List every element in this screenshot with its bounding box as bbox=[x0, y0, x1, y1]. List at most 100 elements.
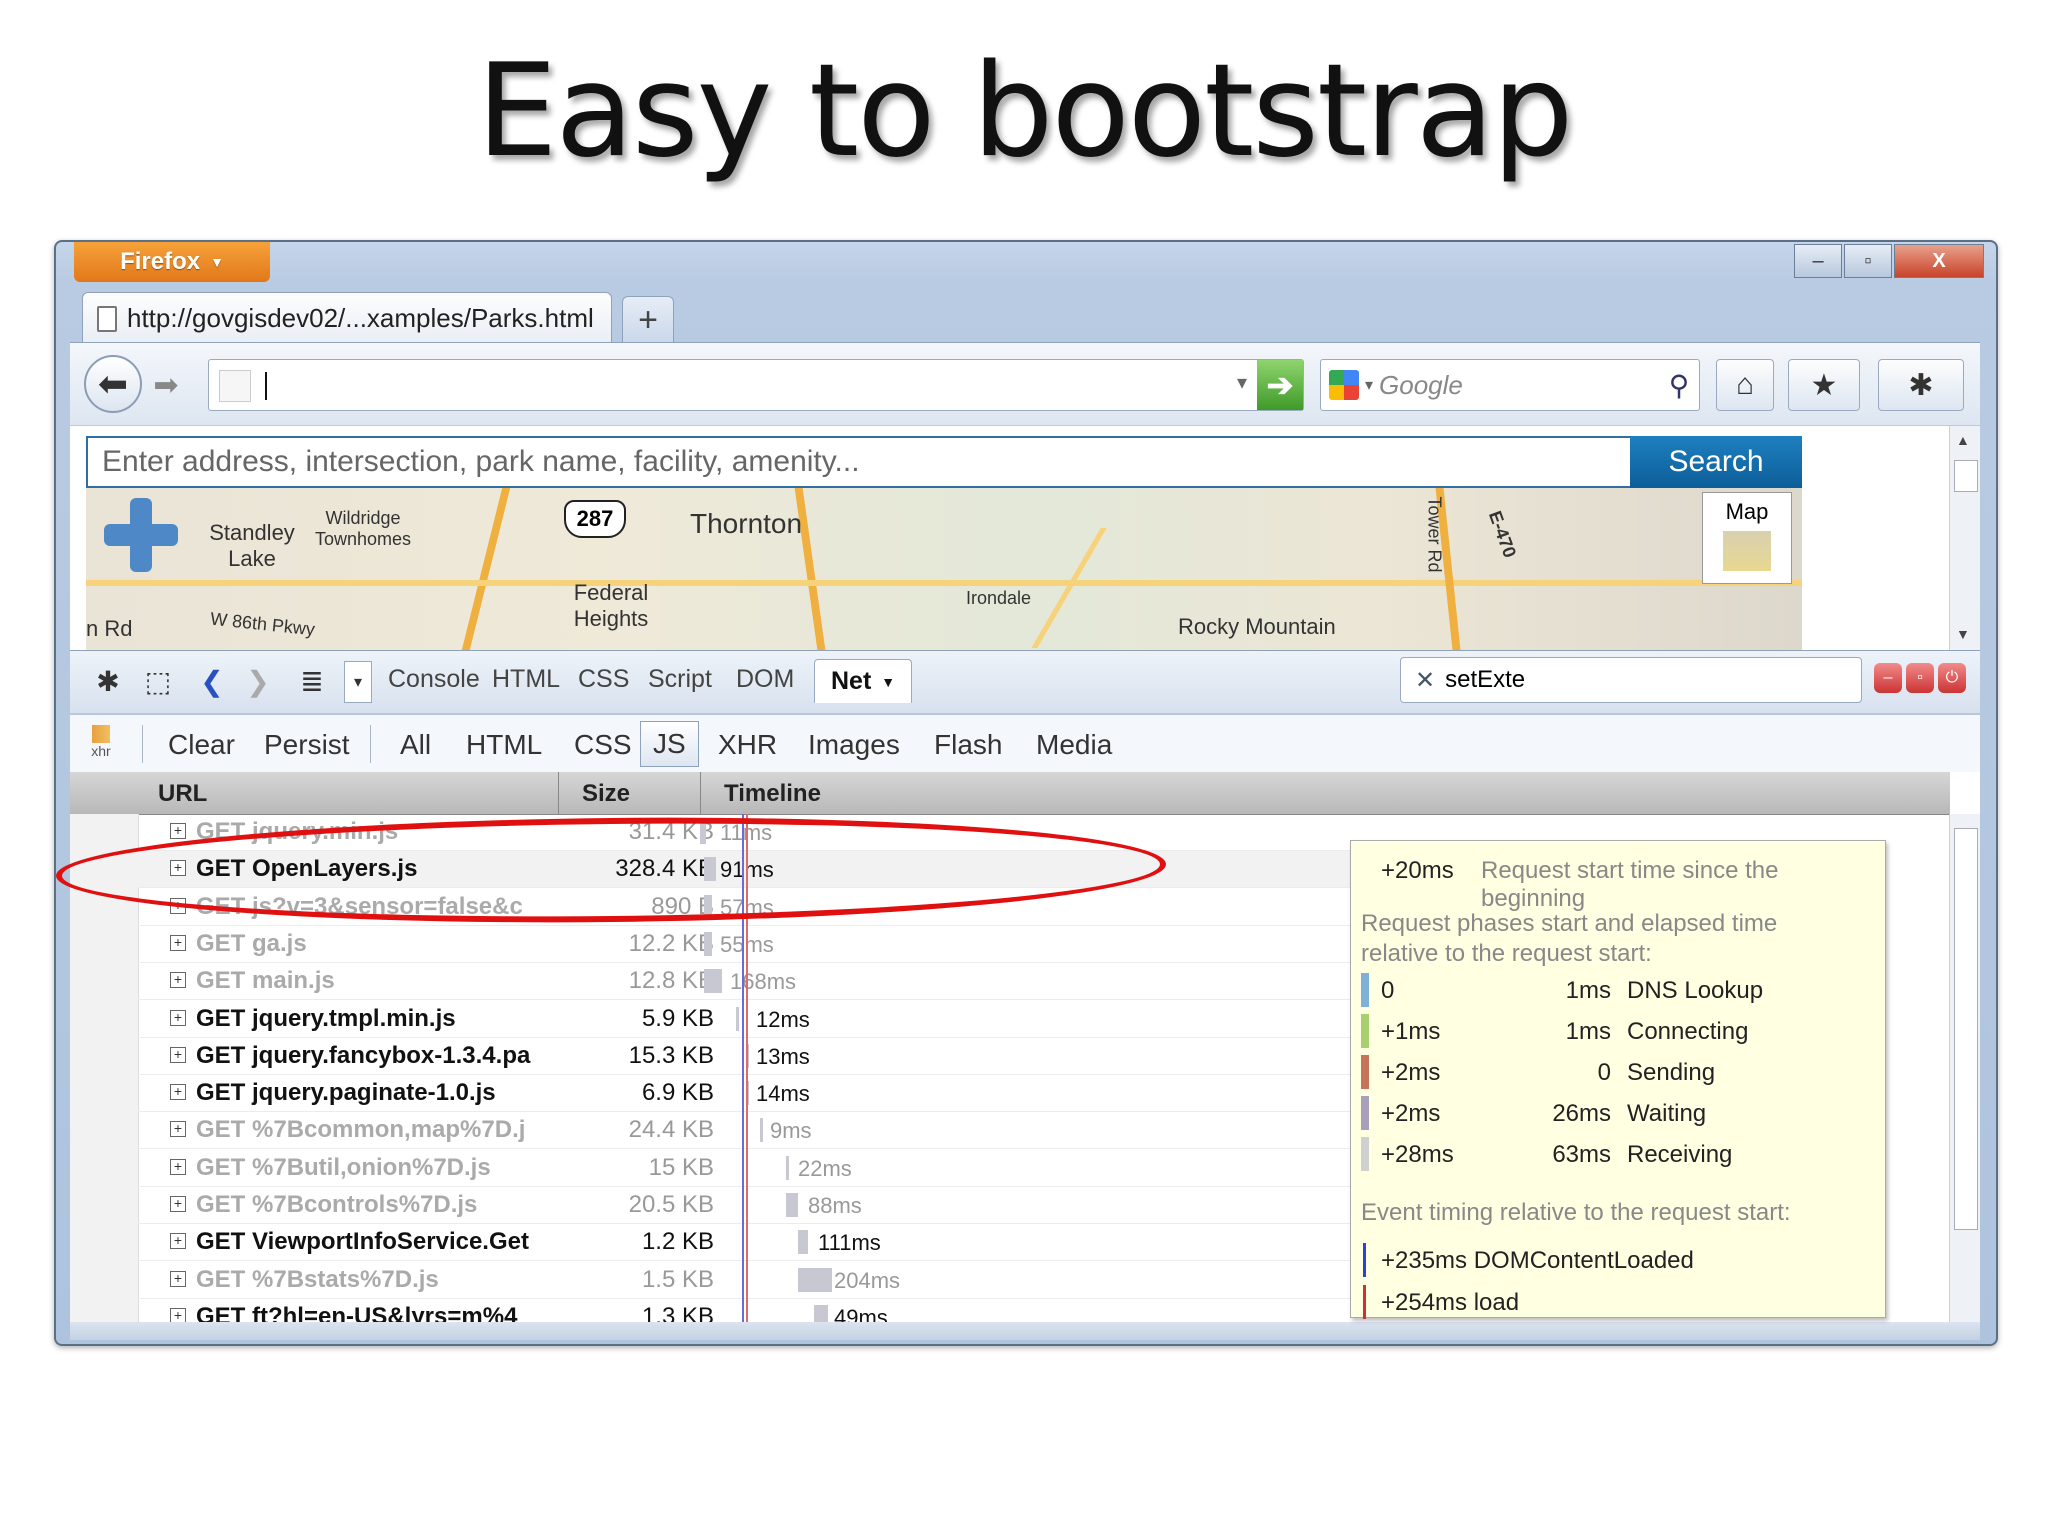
firefox-menu-button[interactable]: Firefox ▼ bbox=[74, 242, 270, 282]
back-button[interactable]: ⬅ bbox=[84, 355, 142, 413]
table-row[interactable]: + GET jquery.fancybox-1.3.4.pa 15.3 KB 13ms bbox=[138, 1038, 1438, 1075]
firebug-search-value: setExte bbox=[1445, 666, 1526, 693]
horizontal-scrollbar[interactable] bbox=[70, 1322, 1980, 1340]
scroll-down-icon[interactable]: ▼ bbox=[1956, 626, 1970, 642]
minimize-button[interactable]: – bbox=[1794, 244, 1842, 278]
new-tab-button[interactable]: + bbox=[622, 296, 674, 344]
tooltip-phases-heading: Request phases start and elapsed time re… bbox=[1361, 910, 1778, 967]
request-size: 15 KB bbox=[648, 1153, 714, 1181]
firebug-search-field[interactable]: ✕ setExte bbox=[1400, 657, 1862, 703]
filter-js[interactable]: JS bbox=[640, 721, 699, 767]
firebug-close-icon[interactable]: ⏻ bbox=[1938, 663, 1966, 693]
table-row[interactable]: + GET %7Bcommon,map%7D.j 24.4 KB 9ms bbox=[138, 1112, 1438, 1150]
home-button[interactable]: ⌂ bbox=[1716, 359, 1774, 411]
phase-color-swatch bbox=[1361, 1096, 1369, 1130]
tab-script[interactable]: Script bbox=[648, 665, 712, 694]
column-timeline[interactable]: Timeline bbox=[724, 780, 821, 808]
filter-xhr[interactable]: XHR bbox=[718, 729, 777, 761]
map[interactable]: n Rd Standley Lake Wildridge Townhomes W… bbox=[86, 488, 1802, 650]
highway-shield: 287 bbox=[564, 500, 626, 538]
go-button[interactable]: ➔ bbox=[1257, 360, 1303, 410]
filter-images[interactable]: Images bbox=[808, 729, 900, 761]
column-url[interactable]: URL bbox=[158, 780, 207, 808]
clear-search-icon[interactable]: ✕ bbox=[1415, 666, 1435, 695]
expand-row-icon[interactable]: + bbox=[170, 1270, 186, 1287]
request-time: 9ms bbox=[770, 1118, 812, 1144]
filter-media[interactable]: Media bbox=[1036, 729, 1112, 761]
table-row[interactable]: + GET jquery.tmpl.min.js 5.9 KB 12ms bbox=[138, 1001, 1438, 1038]
address-search-input[interactable]: Enter address, intersection, park name, … bbox=[86, 436, 1632, 488]
expand-row-icon[interactable]: + bbox=[170, 1307, 186, 1322]
url-bar[interactable]: ▾ ➔ bbox=[208, 359, 1304, 411]
expand-row-icon[interactable]: + bbox=[170, 1158, 186, 1175]
table-row[interactable]: + GET ft?hl=en-US&lyrs=m%4 1.3 KB 49ms bbox=[138, 1299, 1438, 1322]
expand-row-icon[interactable]: + bbox=[170, 823, 186, 839]
site-identity-icon[interactable] bbox=[219, 370, 251, 402]
filter-all[interactable]: All bbox=[400, 729, 431, 761]
divider bbox=[142, 725, 143, 763]
scrollbar-thumb[interactable] bbox=[1954, 460, 1978, 492]
dropdown-icon[interactable]: ▾ bbox=[344, 661, 372, 703]
persist-button[interactable]: Persist bbox=[264, 729, 350, 761]
map-type-control[interactable]: Map bbox=[1702, 492, 1792, 584]
expand-row-icon[interactable]: + bbox=[170, 1196, 186, 1212]
pan-horizontal-arm bbox=[104, 524, 178, 546]
column-size[interactable]: Size bbox=[582, 780, 630, 808]
page-scrollbar[interactable]: ▲ ▼ bbox=[1949, 426, 1980, 650]
google-engine-icon[interactable] bbox=[1329, 370, 1359, 400]
search-icon[interactable]: ⚲ bbox=[1659, 369, 1699, 402]
expand-row-icon[interactable]: + bbox=[170, 934, 186, 951]
filter-css[interactable]: CSS bbox=[574, 729, 632, 761]
table-row[interactable]: + GET %7Butil,onion%7D.js 15 KB 22ms bbox=[138, 1150, 1438, 1187]
tab-css[interactable]: CSS bbox=[578, 665, 629, 694]
browser-tab[interactable]: http://govgisdev02/...xamples/Parks.html bbox=[82, 292, 612, 344]
expand-row-icon[interactable]: + bbox=[170, 1046, 186, 1063]
next-icon[interactable]: ❯ bbox=[240, 661, 276, 701]
expand-row-icon[interactable]: + bbox=[170, 1084, 186, 1101]
net-scrollbar-thumb[interactable] bbox=[1954, 828, 1978, 1230]
expand-row-icon[interactable]: + bbox=[170, 972, 186, 989]
expand-row-icon[interactable]: + bbox=[170, 1233, 186, 1250]
filter-flash[interactable]: Flash bbox=[934, 729, 1002, 761]
firebug-detach-icon[interactable]: ▫ bbox=[1906, 663, 1934, 693]
table-row[interactable]: + GET jquery.paginate-1.0.js 6.9 KB 14ms bbox=[138, 1075, 1438, 1113]
tab-html[interactable]: HTML bbox=[492, 665, 560, 694]
request-url: GET jquery.fancybox-1.3.4.pa bbox=[196, 1041, 531, 1069]
forward-button[interactable]: ➡ bbox=[146, 365, 186, 405]
firebug-window-buttons: – ▫ ⏻ bbox=[1874, 663, 1966, 693]
search-button[interactable]: Search bbox=[1630, 436, 1802, 488]
expand-row-icon[interactable]: + bbox=[170, 1121, 186, 1138]
close-button[interactable]: X bbox=[1894, 244, 1984, 278]
net-scrollbar[interactable] bbox=[1949, 814, 1980, 1322]
request-time: 22ms bbox=[798, 1155, 852, 1181]
table-row[interactable]: + GET main.js 12.8 KB 168ms bbox=[138, 963, 1438, 1001]
map-type-thumbnail bbox=[1723, 531, 1771, 571]
request-size: 6.9 KB bbox=[641, 1079, 714, 1107]
inspect-icon[interactable]: ⬚ bbox=[136, 661, 180, 701]
table-row[interactable]: + GET %7Bcontrols%7D.js 20.5 KB 88ms bbox=[138, 1187, 1438, 1224]
request-time: 111ms bbox=[818, 1230, 881, 1256]
search-bar[interactable]: ▾ Google ⚲ bbox=[1320, 359, 1700, 411]
list-icon[interactable]: ≣ bbox=[292, 661, 332, 701]
table-row[interactable]: + GET %7Bstats%7D.js 1.5 KB 204ms bbox=[138, 1262, 1438, 1299]
bookmarks-button[interactable]: ★ bbox=[1788, 359, 1860, 411]
maximize-button[interactable]: ▫ bbox=[1844, 244, 1892, 278]
request-url: GET %7Bcommon,map%7D.j bbox=[196, 1116, 526, 1144]
table-row[interactable]: +GET ga.js12.2 KB55ms bbox=[138, 926, 1438, 963]
clear-button[interactable]: Clear bbox=[168, 729, 235, 761]
table-row[interactable]: + GET ViewportInfoService.Get 1.2 KB 111ms bbox=[138, 1224, 1438, 1262]
firebug-toolbar-button[interactable]: ✱ bbox=[1878, 359, 1964, 411]
tab-net[interactable]: Net ▼ bbox=[814, 659, 913, 703]
firebug-minimize-icon[interactable]: – bbox=[1874, 663, 1902, 693]
map-pan-control[interactable] bbox=[104, 498, 178, 572]
tab-dom[interactable]: DOM bbox=[736, 665, 794, 694]
engine-dropdown-icon[interactable]: ▾ bbox=[1365, 375, 1373, 395]
firebug-bug-icon[interactable]: ✱ bbox=[86, 661, 130, 701]
expand-row-icon[interactable]: + bbox=[170, 1009, 186, 1026]
filter-html[interactable]: HTML bbox=[466, 729, 542, 761]
tab-console[interactable]: Console bbox=[388, 665, 480, 694]
url-history-dropdown-icon[interactable]: ▾ bbox=[1237, 370, 1247, 395]
scroll-up-icon[interactable]: ▲ bbox=[1956, 432, 1970, 448]
previous-icon[interactable]: ❮ bbox=[194, 661, 230, 701]
map-label-e470: E-470 bbox=[1484, 508, 1521, 561]
